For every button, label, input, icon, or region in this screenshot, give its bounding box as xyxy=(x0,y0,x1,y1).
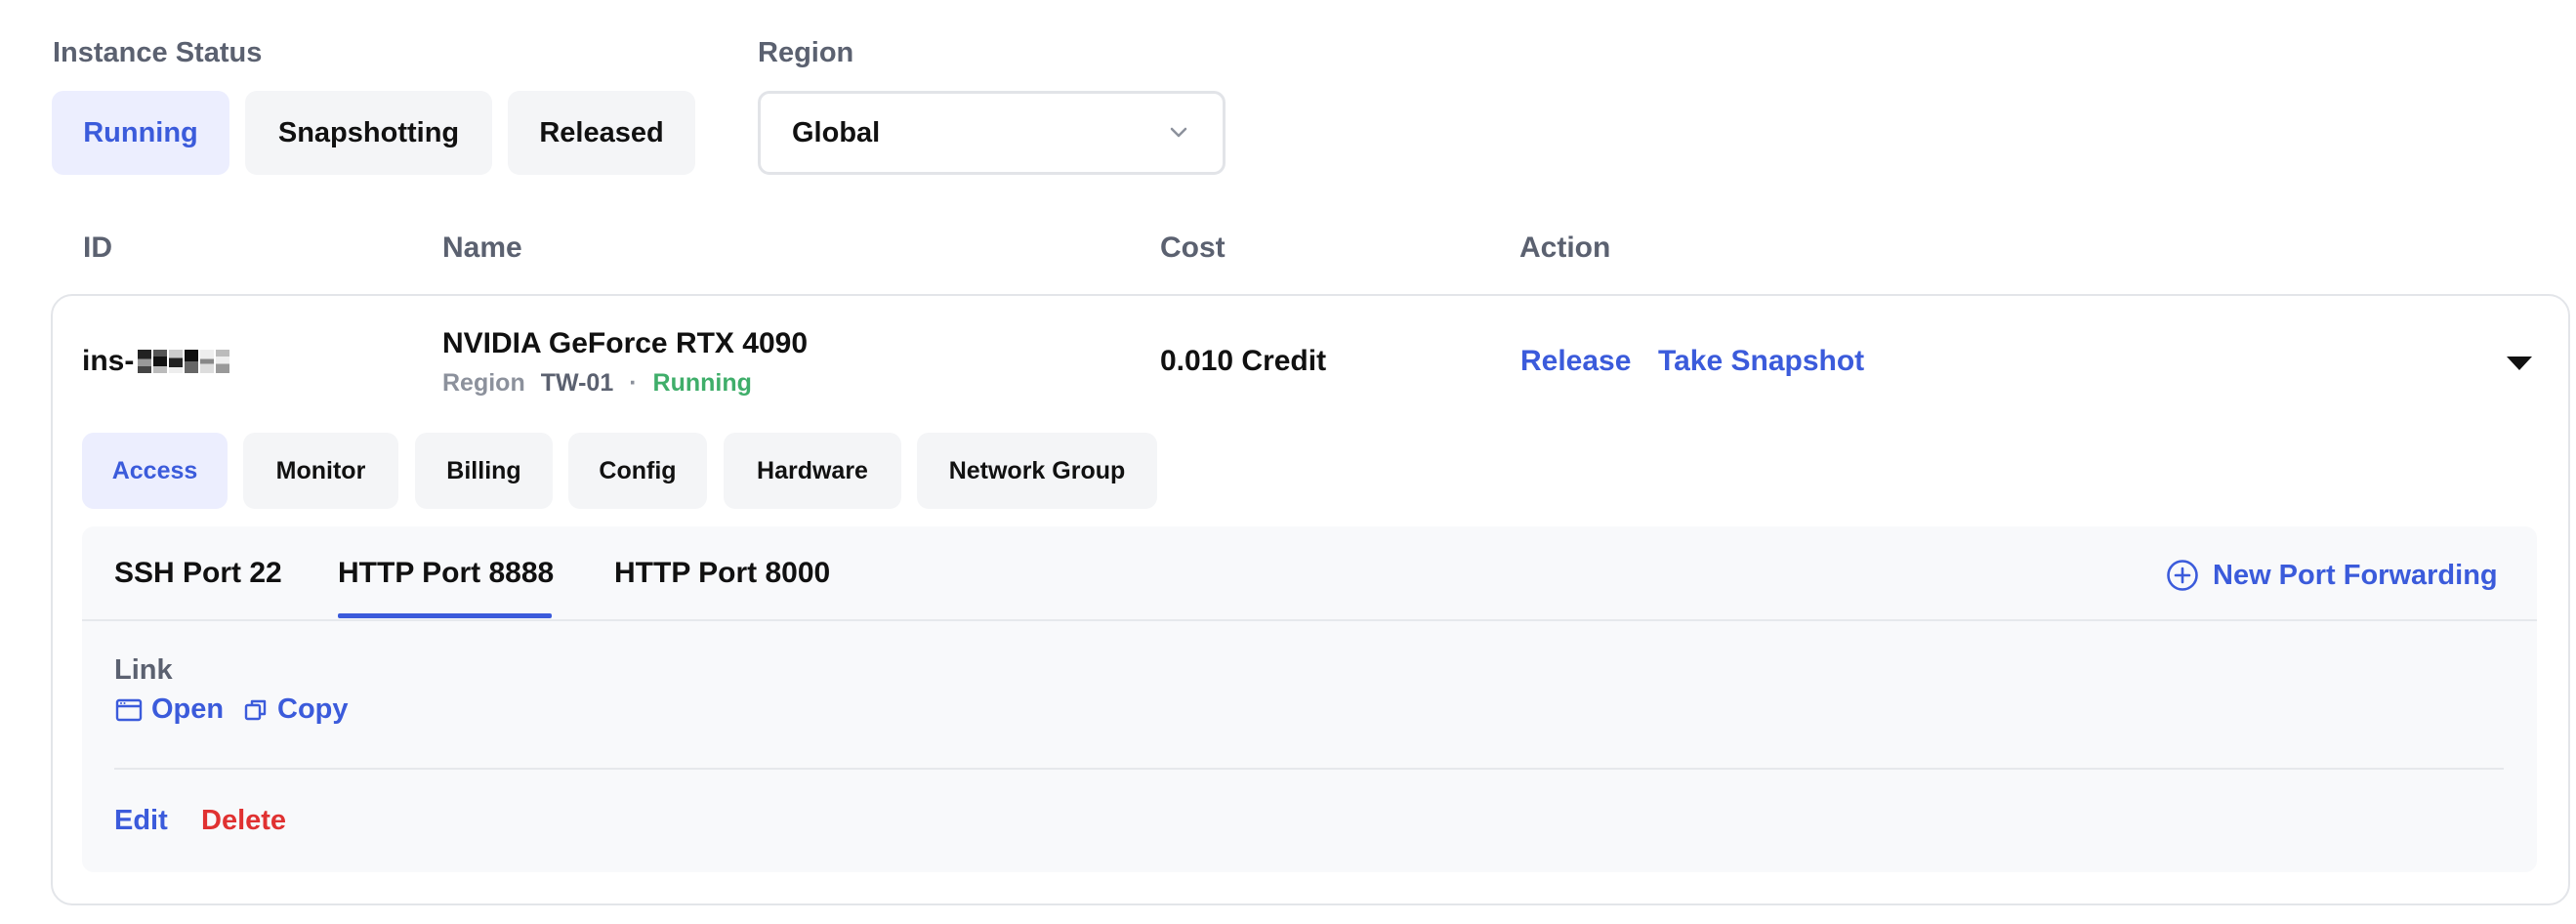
status-filter-running[interactable]: Running xyxy=(52,91,229,175)
tab-billing[interactable]: Billing xyxy=(415,433,553,509)
region-select-value: Global xyxy=(792,116,881,148)
port-tabs-divider xyxy=(82,619,2537,621)
link-section-divider xyxy=(114,768,2504,770)
column-header-action: Action xyxy=(1519,231,1611,264)
edit-button[interactable]: Edit xyxy=(114,805,168,837)
status-filter-snapshotting[interactable]: Snapshotting xyxy=(245,91,492,175)
tab-network-group[interactable]: Network Group xyxy=(917,433,1157,509)
region-select[interactable]: Global xyxy=(758,91,1226,175)
active-port-tab-indicator xyxy=(338,613,552,618)
release-button[interactable]: Release xyxy=(1520,345,1631,378)
column-header-name: Name xyxy=(442,231,522,264)
copy-icon xyxy=(242,696,270,724)
copy-link-button[interactable]: Copy xyxy=(242,693,349,726)
new-port-forwarding-button[interactable]: New Port Forwarding xyxy=(2166,559,2498,592)
open-link-button[interactable]: Open xyxy=(114,693,224,726)
port-tab-http-8000[interactable]: HTTP Port 8000 xyxy=(614,557,830,590)
instance-status-label: Instance Status xyxy=(53,37,263,68)
tab-access[interactable]: Access xyxy=(82,433,228,509)
column-header-cost: Cost xyxy=(1160,231,1226,264)
instance-status: Running xyxy=(652,369,752,397)
plus-circle-icon xyxy=(2166,559,2199,592)
region-label: Region xyxy=(758,37,854,68)
instance-region-code: TW-01 xyxy=(540,369,614,397)
column-header-id: ID xyxy=(83,231,112,264)
link-label: Link xyxy=(114,654,173,686)
instance-id-prefix: ins- xyxy=(82,345,135,377)
gpu-name: NVIDIA GeForce RTX 4090 xyxy=(442,327,809,359)
take-snapshot-button[interactable]: Take Snapshot xyxy=(1658,345,1864,378)
status-filter-released[interactable]: Released xyxy=(508,91,695,175)
instance-region-label: Region xyxy=(442,369,525,397)
port-tab-http-8888[interactable]: HTTP Port 8888 xyxy=(338,557,554,590)
instance-cost: 0.010 Credit xyxy=(1160,345,1327,377)
tab-config[interactable]: Config xyxy=(568,433,707,509)
redacted-id-icon xyxy=(138,350,230,373)
browser-window-icon xyxy=(114,695,144,725)
new-port-forwarding-label: New Port Forwarding xyxy=(2213,559,2498,591)
instance-meta: Region TW-01 · Running xyxy=(442,369,752,398)
instance-id: ins- xyxy=(82,345,230,378)
port-tab-ssh-22[interactable]: SSH Port 22 xyxy=(114,557,282,590)
open-link-label: Open xyxy=(151,693,225,725)
chevron-down-icon xyxy=(1166,120,1191,146)
delete-button[interactable]: Delete xyxy=(201,805,286,837)
tab-monitor[interactable]: Monitor xyxy=(243,433,398,509)
copy-link-label: Copy xyxy=(277,693,349,725)
tab-hardware[interactable]: Hardware xyxy=(724,433,901,509)
collapse-caret-icon[interactable] xyxy=(2507,357,2532,370)
meta-separator: · xyxy=(629,369,638,397)
